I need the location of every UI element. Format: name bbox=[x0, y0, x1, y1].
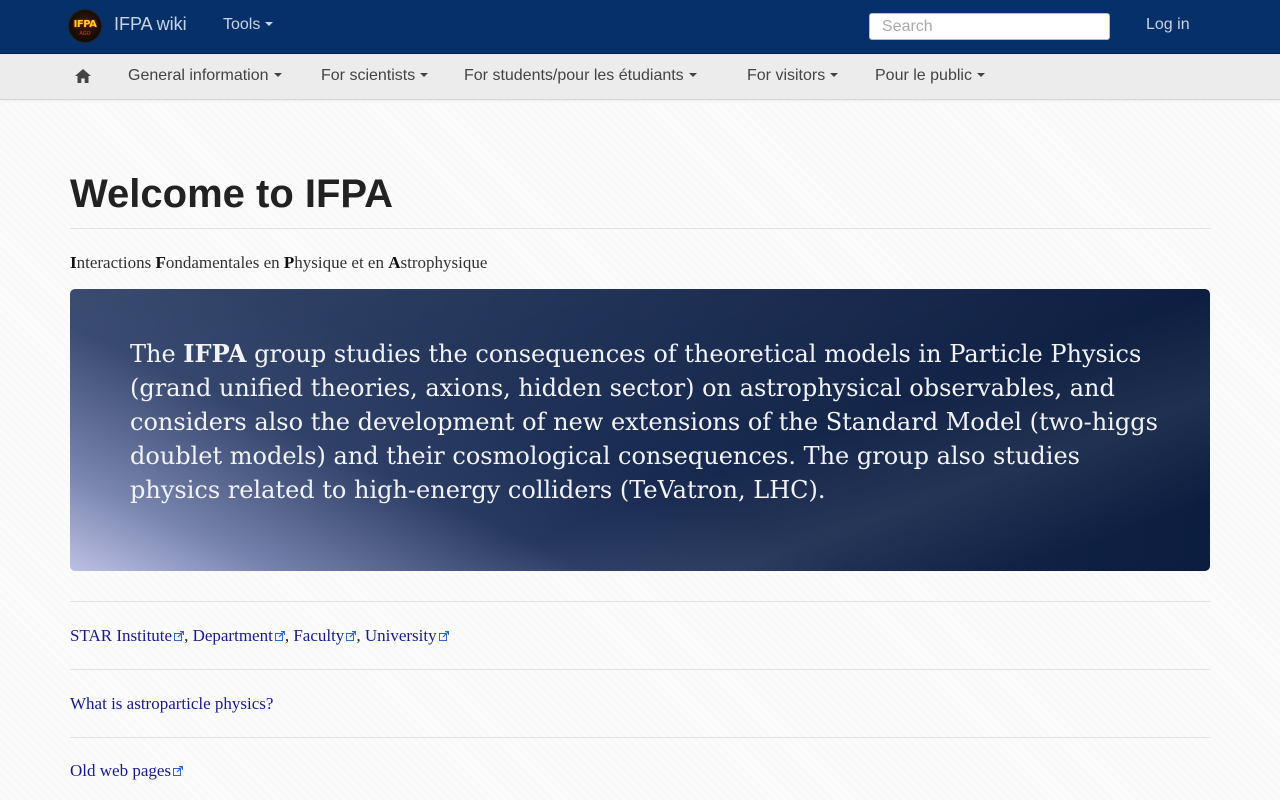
nav-for-scientists[interactable]: For scientists bbox=[321, 67, 429, 85]
title-divider bbox=[70, 228, 1210, 229]
university-link[interactable]: University bbox=[365, 626, 449, 645]
search-input[interactable] bbox=[869, 13, 1110, 40]
hero-body: group studies the consequences of theore… bbox=[130, 340, 1158, 504]
divider bbox=[70, 601, 1210, 602]
subtitle-word: nteractions bbox=[76, 253, 156, 272]
caret-down-icon bbox=[265, 22, 274, 26]
top-navbar: IFPA AGO IFPA wiki Tools Log in bbox=[0, 0, 1280, 54]
department-link[interactable]: Department bbox=[193, 626, 285, 645]
faculty-link[interactable]: Faculty bbox=[293, 626, 357, 645]
astroparticle-physics-link[interactable]: What is astroparticle physics? bbox=[70, 694, 273, 713]
subtitle-initial: P bbox=[283, 253, 295, 272]
subtitle-word: strophysique bbox=[400, 253, 488, 272]
caret-down-icon bbox=[420, 73, 429, 77]
hero-banner: The IFPA group studies the consequences … bbox=[70, 289, 1210, 571]
home-icon[interactable] bbox=[75, 69, 91, 83]
hero-text: The IFPA group studies the consequences … bbox=[130, 337, 1160, 507]
nav-label: General information bbox=[128, 67, 269, 84]
link-label: Department bbox=[192, 626, 273, 645]
link-label: Old web pages bbox=[70, 761, 172, 780]
tools-label: Tools bbox=[223, 16, 261, 33]
link-label: STAR Institute bbox=[70, 626, 173, 645]
external-link-icon bbox=[173, 766, 184, 776]
page-subtitle: Interactions Fondamentales en Physique e… bbox=[70, 253, 487, 273]
separator: , bbox=[184, 626, 189, 645]
page-title: Welcome to IFPA bbox=[70, 172, 394, 216]
logo-text: IFPA bbox=[73, 19, 97, 30]
nav-label: Pour le public bbox=[875, 67, 972, 84]
divider bbox=[70, 737, 1210, 738]
hero-lead: The bbox=[130, 340, 184, 368]
ifpa-logo[interactable]: IFPA AGO bbox=[69, 10, 101, 42]
link-label: University bbox=[364, 626, 437, 645]
logo-subtext: AGO bbox=[79, 31, 91, 37]
caret-down-icon bbox=[688, 73, 697, 77]
nav-label: For students/pour les étudiants bbox=[464, 67, 684, 84]
nav-general-information[interactable]: General information bbox=[128, 67, 282, 85]
nav-label: For visitors bbox=[747, 67, 826, 84]
external-link-icon bbox=[346, 631, 357, 641]
subtitle-word: hysique et en bbox=[294, 253, 389, 272]
section-navbar: General information For scientists For s… bbox=[0, 54, 1280, 100]
nav-label: For scientists bbox=[321, 67, 416, 84]
divider bbox=[70, 669, 1210, 670]
link-label: Faculty bbox=[293, 626, 345, 645]
caret-down-icon bbox=[830, 73, 839, 77]
subtitle-initial: A bbox=[388, 253, 401, 272]
separator: , bbox=[284, 626, 290, 645]
subtitle-initial: F bbox=[155, 253, 166, 272]
old-web-pages-link[interactable]: Old web pages bbox=[70, 761, 184, 780]
caret-down-icon bbox=[273, 73, 282, 77]
caret-down-icon bbox=[976, 73, 985, 77]
external-link-icon bbox=[174, 631, 185, 641]
nav-pour-le-public[interactable]: Pour le public bbox=[875, 67, 985, 85]
astroparticle-row: What is astroparticle physics? bbox=[70, 694, 273, 714]
external-link-icon bbox=[438, 631, 449, 641]
subtitle-word: ondamentales en bbox=[165, 253, 284, 272]
star-institute-link[interactable]: STAR Institute bbox=[70, 626, 185, 645]
nav-for-students[interactable]: For students/pour les étudiants bbox=[464, 67, 697, 85]
brand-link[interactable]: IFPA wiki bbox=[114, 14, 187, 35]
external-link-icon bbox=[274, 631, 285, 641]
hero-bold: IFPA bbox=[183, 339, 247, 368]
affiliation-links: STAR Institute, Department, Faculty, Uni… bbox=[70, 626, 449, 646]
separator: , bbox=[356, 626, 361, 645]
nav-for-visitors[interactable]: For visitors bbox=[747, 67, 839, 85]
tools-menu[interactable]: Tools bbox=[223, 16, 274, 34]
login-link[interactable]: Log in bbox=[1146, 16, 1190, 34]
old-pages-row: Old web pages bbox=[70, 761, 184, 781]
subtitle-initial: I bbox=[70, 253, 77, 272]
